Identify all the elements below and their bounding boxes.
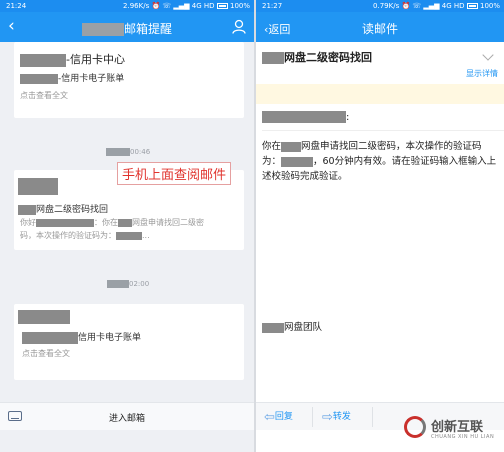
notice-band [256, 84, 504, 104]
logo-text: 创新互联 [431, 420, 484, 435]
mail-reminder-screen: 21:24 2.96K/s ⏰ ☏ ▂▄▆ 4G HD 100% ‹ 邮箱提醒 … [0, 0, 254, 452]
redacted-block [20, 73, 58, 84]
chevron-down-icon[interactable] [482, 49, 494, 61]
page-title: 读邮件 [361, 22, 398, 36]
enter-mailbox-button[interactable]: 进入邮箱 [0, 411, 254, 424]
card-subject: 信用卡电子账单 [78, 333, 142, 343]
card-read-more[interactable]: 点击查看全文 [22, 348, 70, 359]
mail-card[interactable]: -信用卡中心 -信用卡电子账单 点击查看全文 [14, 42, 244, 118]
redacted-block [18, 178, 58, 195]
show-details-link[interactable]: 显示详情 [466, 68, 498, 79]
card-title: -信用卡中心 [66, 53, 125, 66]
battery-level: 100% [479, 2, 500, 10]
redacted-block [18, 310, 70, 324]
card-preview: 你好 ：你在 网盘申请找回二级密 码，本次操作的验证码为：... [20, 218, 204, 240]
read-mail-screen: 21:27 0.79K/s ⏰ ☏ ▂▄▆ 4G HD 100% ‹返回 读邮件… [256, 0, 504, 452]
separator [372, 407, 373, 427]
divider [262, 130, 504, 131]
mail-subject: 网盘二级密码找回 [262, 49, 372, 65]
card-subject: -信用卡电子账单 [58, 74, 125, 84]
redacted-block [18, 204, 36, 215]
status-indicators: 0.79K/s ⏰ ☏ ▂▄▆ 4G HD [373, 2, 465, 10]
logo-icon [404, 416, 426, 438]
mail-signature: 网盘团队 [262, 319, 322, 333]
card-read-more[interactable]: 点击查看全文 [20, 90, 68, 101]
redacted-block [118, 218, 132, 227]
status-bar: 21:27 0.79K/s ⏰ ☏ ▂▄▆ 4G HD 100% [256, 0, 504, 12]
battery-icon [466, 3, 478, 9]
message-time: 00:46 [106, 148, 150, 156]
reply-button[interactable]: ⇦回复 [264, 409, 293, 424]
watermark-logo: 创新互联 CHUANG XIN HU LIAN [404, 414, 504, 444]
redacted-block [281, 156, 314, 167]
bottom-bar: 进入邮箱 [0, 402, 254, 430]
mail-greeting: : [262, 111, 349, 123]
reply-arrow-icon: ⇦ [264, 410, 275, 425]
message-time: 02:00 [107, 280, 149, 288]
mail-body: 你在 网盘申请找回二级密码，本次操作的验证码为： ，60分钟内有效。请在验证码输入框… [262, 141, 497, 182]
status-time: 21:24 [6, 2, 27, 10]
redacted-block [262, 111, 346, 123]
battery-level: 100% [229, 2, 250, 10]
redacted-block [20, 53, 66, 67]
separator [312, 407, 313, 427]
redacted-block [262, 52, 284, 64]
forward-arrow-icon: ⇨ [322, 410, 333, 425]
mail-card[interactable]: 信用卡电子账单 点击查看全文 [14, 304, 244, 380]
redacted-block [107, 280, 129, 288]
person-icon[interactable] [232, 19, 246, 34]
redacted-block [106, 148, 130, 156]
card-subject: 网盘二级密码找回 [36, 205, 109, 215]
redacted-block [116, 231, 142, 240]
logo-subtext: CHUANG XIN HU LIAN [431, 434, 495, 440]
forward-button[interactable]: ⇨转发 [322, 409, 351, 424]
status-bar: 21:24 2.96K/s ⏰ ☏ ▂▄▆ 4G HD 100% [0, 0, 254, 12]
top-navbar: ‹ 邮箱提醒 [0, 12, 254, 42]
redacted-block [262, 322, 284, 333]
page-title-text: 邮箱提醒 [123, 22, 172, 36]
page-title: 邮箱提醒 [0, 20, 254, 37]
redacted-block [22, 331, 78, 344]
battery-icon [216, 3, 228, 9]
redacted-block [81, 23, 124, 36]
overlay-caption: 手机上面查阅邮件 [117, 162, 232, 185]
redacted-block [36, 218, 94, 227]
status-indicators: 2.96K/s ⏰ ☏ ▂▄▆ 4G HD [123, 2, 215, 10]
redacted-block [281, 141, 302, 152]
top-navbar: ‹返回 读邮件 [256, 12, 504, 42]
status-time: 21:27 [262, 2, 283, 10]
